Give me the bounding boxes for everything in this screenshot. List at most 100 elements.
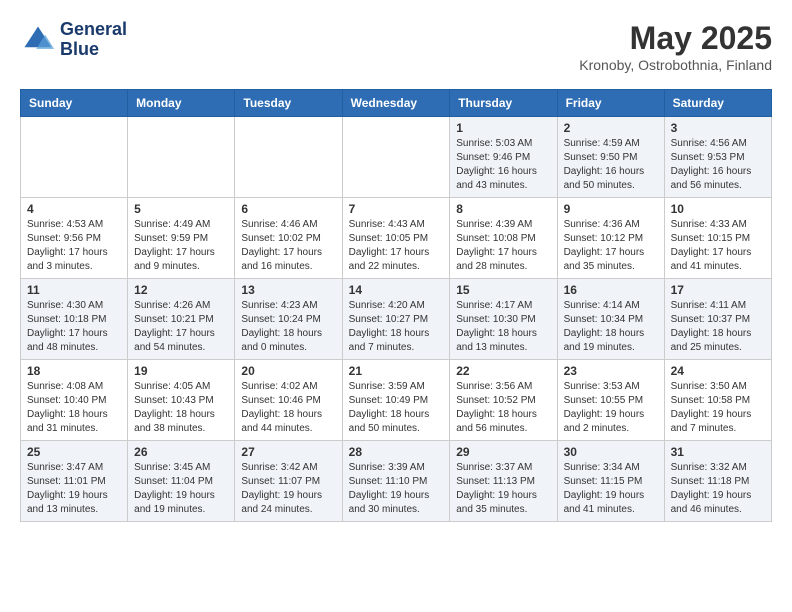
calendar-cell: 3 Sunrise: 4:56 AM Sunset: 9:53 PM Daylig…: [664, 117, 771, 198]
calendar-cell: 2 Sunrise: 4:59 AM Sunset: 9:50 PM Daylig…: [557, 117, 664, 198]
calendar-week-2: 4 Sunrise: 4:53 AM Sunset: 9:56 PM Daylig…: [21, 198, 772, 279]
day-info: Sunrise: 4:53 AM Sunset: 9:56 PM Dayligh…: [27, 218, 121, 274]
calendar-week-3: 11 Sunrise: 4:30 AM Sunset: 10:18 PM Dayl…: [21, 279, 772, 360]
day-info: Sunrise: 4:59 AM Sunset: 9:50 PM Dayligh…: [564, 137, 658, 193]
day-number: 11: [27, 283, 121, 297]
location: Kronoby, Ostrobothnia, Finland: [579, 57, 772, 73]
day-info: Sunrise: 4:30 AM Sunset: 10:18 PM Daylig…: [27, 299, 121, 355]
day-number: 20: [241, 364, 335, 378]
weekday-header-thursday: Thursday: [450, 90, 557, 117]
calendar-cell: 4 Sunrise: 4:53 AM Sunset: 9:56 PM Daylig…: [21, 198, 128, 279]
day-info: Sunrise: 3:39 AM Sunset: 11:10 PM Daylig…: [349, 461, 444, 517]
calendar-cell: 13 Sunrise: 4:23 AM Sunset: 10:24 PM Dayl…: [235, 279, 342, 360]
logo-text: General Blue: [60, 20, 127, 60]
day-info: Sunrise: 4:43 AM Sunset: 10:05 PM Daylig…: [349, 218, 444, 274]
calendar-cell: 26Sunrise: 3:45 AM Sunset: 11:04 PM Dayl…: [128, 441, 235, 522]
day-number: 6: [241, 202, 335, 216]
day-number: 22: [456, 364, 550, 378]
calendar-cell: 1 Sunrise: 5:03 AM Sunset: 9:46 PM Daylig…: [450, 117, 557, 198]
calendar-cell: 22Sunrise: 3:56 AM Sunset: 10:52 PM Dayl…: [450, 360, 557, 441]
calendar-week-4: 18 Sunrise: 4:08 AM Sunset: 10:40 PM Dayl…: [21, 360, 772, 441]
day-info: Sunrise: 4:23 AM Sunset: 10:24 PM Daylig…: [241, 299, 335, 355]
day-number: 31: [671, 445, 765, 459]
day-info: Sunrise: 4:26 AM Sunset: 10:21 PM Daylig…: [134, 299, 228, 355]
day-number: 3: [671, 121, 765, 135]
day-number: 25: [27, 445, 121, 459]
day-number: 2: [564, 121, 658, 135]
day-info: Sunrise: 3:50 AM Sunset: 10:58 PM Daylig…: [671, 380, 765, 436]
day-number: 4: [27, 202, 121, 216]
calendar-cell: 16Sunrise: 4:14 AM Sunset: 10:34 PM Dayl…: [557, 279, 664, 360]
calendar-cell: 27 Sunrise: 3:42 AM Sunset: 11:07 PM Dayl…: [235, 441, 342, 522]
day-info: Sunrise: 5:03 AM Sunset: 9:46 PM Dayligh…: [456, 137, 550, 193]
calendar-cell: 8Sunrise: 4:39 AM Sunset: 10:08 PM Dayli…: [450, 198, 557, 279]
day-info: Sunrise: 3:53 AM Sunset: 10:55 PM Daylig…: [564, 380, 658, 436]
day-info: Sunrise: 3:45 AM Sunset: 11:04 PM Daylig…: [134, 461, 228, 517]
calendar-cell: 14 Sunrise: 4:20 AM Sunset: 10:27 PM Dayl…: [342, 279, 450, 360]
day-info: Sunrise: 4:20 AM Sunset: 10:27 PM Daylig…: [349, 299, 444, 355]
day-number: 1: [456, 121, 550, 135]
day-info: Sunrise: 4:36 AM Sunset: 10:12 PM Daylig…: [564, 218, 658, 274]
calendar-cell: 5Sunrise: 4:49 AM Sunset: 9:59 PM Daylig…: [128, 198, 235, 279]
weekday-header-friday: Friday: [557, 90, 664, 117]
day-info: Sunrise: 4:39 AM Sunset: 10:08 PM Daylig…: [456, 218, 550, 274]
calendar-cell: 11 Sunrise: 4:30 AM Sunset: 10:18 PM Dayl…: [21, 279, 128, 360]
weekday-header-wednesday: Wednesday: [342, 90, 450, 117]
calendar-cell: 31 Sunrise: 3:32 AM Sunset: 11:18 PM Dayl…: [664, 441, 771, 522]
weekday-header-saturday: Saturday: [664, 90, 771, 117]
calendar-cell: 23 Sunrise: 3:53 AM Sunset: 10:55 PM Dayl…: [557, 360, 664, 441]
calendar-cell: 21Sunrise: 3:59 AM Sunset: 10:49 PM Dayl…: [342, 360, 450, 441]
day-number: 30: [564, 445, 658, 459]
day-number: 9: [564, 202, 658, 216]
day-info: Sunrise: 4:05 AM Sunset: 10:43 PM Daylig…: [134, 380, 228, 436]
day-info: Sunrise: 4:08 AM Sunset: 10:40 PM Daylig…: [27, 380, 121, 436]
calendar-cell: 15 Sunrise: 4:17 AM Sunset: 10:30 PM Dayl…: [450, 279, 557, 360]
calendar-week-5: 25 Sunrise: 3:47 AM Sunset: 11:01 PM Dayl…: [21, 441, 772, 522]
day-info: Sunrise: 3:42 AM Sunset: 11:07 PM Daylig…: [241, 461, 335, 517]
calendar-cell: [21, 117, 128, 198]
day-number: 29: [456, 445, 550, 459]
day-number: 14: [349, 283, 444, 297]
calendar-cell: [128, 117, 235, 198]
day-info: Sunrise: 3:32 AM Sunset: 11:18 PM Daylig…: [671, 461, 765, 517]
calendar-cell: 30 Sunrise: 3:34 AM Sunset: 11:15 PM Dayl…: [557, 441, 664, 522]
calendar-table: SundayMondayTuesdayWednesdayThursdayFrid…: [20, 89, 772, 522]
calendar-cell: [342, 117, 450, 198]
day-info: Sunrise: 4:11 AM Sunset: 10:37 PM Daylig…: [671, 299, 765, 355]
day-number: 13: [241, 283, 335, 297]
calendar-cell: 18 Sunrise: 4:08 AM Sunset: 10:40 PM Dayl…: [21, 360, 128, 441]
day-number: 23: [564, 364, 658, 378]
day-number: 27: [241, 445, 335, 459]
logo-icon: [20, 22, 56, 58]
calendar-cell: 6 Sunrise: 4:46 AM Sunset: 10:02 PM Dayli…: [235, 198, 342, 279]
calendar-cell: [235, 117, 342, 198]
day-number: 19: [134, 364, 228, 378]
day-number: 16: [564, 283, 658, 297]
calendar-cell: 20 Sunrise: 4:02 AM Sunset: 10:46 PM Dayl…: [235, 360, 342, 441]
day-info: Sunrise: 3:37 AM Sunset: 11:13 PM Daylig…: [456, 461, 550, 517]
day-info: Sunrise: 4:17 AM Sunset: 10:30 PM Daylig…: [456, 299, 550, 355]
calendar-cell: 7 Sunrise: 4:43 AM Sunset: 10:05 PM Dayli…: [342, 198, 450, 279]
title-block: May 2025 Kronoby, Ostrobothnia, Finland: [579, 20, 772, 73]
weekday-header-sunday: Sunday: [21, 90, 128, 117]
calendar-cell: 29 Sunrise: 3:37 AM Sunset: 11:13 PM Dayl…: [450, 441, 557, 522]
day-number: 7: [349, 202, 444, 216]
day-number: 28: [349, 445, 444, 459]
day-info: Sunrise: 4:56 AM Sunset: 9:53 PM Dayligh…: [671, 137, 765, 193]
month-title: May 2025: [579, 20, 772, 57]
day-info: Sunrise: 4:33 AM Sunset: 10:15 PM Daylig…: [671, 218, 765, 274]
calendar-cell: 24Sunrise: 3:50 AM Sunset: 10:58 PM Dayl…: [664, 360, 771, 441]
calendar-cell: 10 Sunrise: 4:33 AM Sunset: 10:15 PM Dayl…: [664, 198, 771, 279]
day-info: Sunrise: 4:02 AM Sunset: 10:46 PM Daylig…: [241, 380, 335, 436]
day-number: 21: [349, 364, 444, 378]
day-info: Sunrise: 4:46 AM Sunset: 10:02 PM Daylig…: [241, 218, 335, 274]
day-number: 15: [456, 283, 550, 297]
day-number: 12: [134, 283, 228, 297]
day-info: Sunrise: 3:34 AM Sunset: 11:15 PM Daylig…: [564, 461, 658, 517]
calendar-cell: 28 Sunrise: 3:39 AM Sunset: 11:10 PM Dayl…: [342, 441, 450, 522]
day-number: 18: [27, 364, 121, 378]
day-info: Sunrise: 3:47 AM Sunset: 11:01 PM Daylig…: [27, 461, 121, 517]
calendar-cell: 17Sunrise: 4:11 AM Sunset: 10:37 PM Dayl…: [664, 279, 771, 360]
weekday-header-monday: Monday: [128, 90, 235, 117]
day-number: 10: [671, 202, 765, 216]
